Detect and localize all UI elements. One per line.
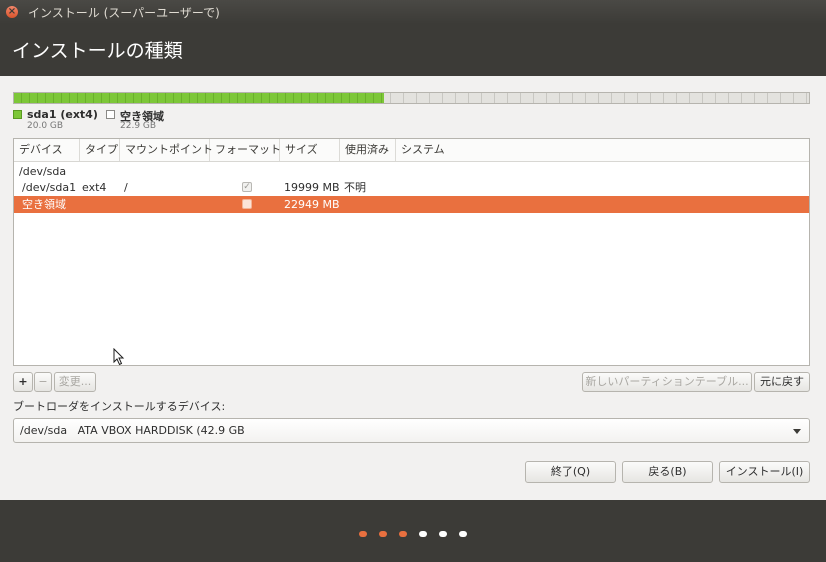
bootloader-device-select[interactable]: /dev/sda ATA VBOX HARDDISK (42.9 GB	[13, 418, 810, 443]
window-titlebar: × インストール (スーパーユーザーで)	[0, 0, 826, 24]
legend-swatch-sda1	[13, 110, 22, 119]
cell-size: 22949 MB	[284, 198, 340, 211]
progress-dot-done	[379, 531, 387, 537]
progress-dot-pending	[459, 531, 467, 537]
main-panel: sda1 (ext4) 20.0 GB 空き領域 22.9 GB デバイス タイ…	[0, 76, 826, 500]
partition-bar-sda1-segment	[14, 93, 385, 103]
column-header-used[interactable]: 使用済み	[340, 139, 396, 161]
column-header-system[interactable]: システム	[396, 139, 809, 161]
partition-table[interactable]: デバイス タイプ マウントポイント フォーマット サイズ 使用済み システム /…	[13, 138, 810, 366]
table-row[interactable]: /dev/sda	[14, 163, 809, 180]
remove-partition-button[interactable]: −	[34, 372, 52, 392]
progress-dot-done	[399, 531, 407, 537]
mouse-pointer-icon	[113, 348, 125, 366]
progress-dot-pending	[439, 531, 447, 537]
column-header-format[interactable]: フォーマット	[210, 139, 281, 161]
quit-button[interactable]: 終了(Q)	[525, 461, 616, 483]
progress-dot-pending	[419, 531, 427, 537]
column-header-mount-point[interactable]: マウントポイント	[120, 139, 213, 161]
footer	[0, 500, 826, 562]
cell-device: 空き領域	[22, 198, 66, 211]
table-row-selected[interactable]: 空き領域 22949 MB	[14, 196, 809, 213]
window-title: インストール (スーパーユーザーで)	[28, 6, 220, 20]
column-header-device[interactable]: デバイス	[14, 139, 80, 161]
column-header-size[interactable]: サイズ	[280, 139, 340, 161]
bootloader-device: /dev/sda	[20, 424, 68, 437]
cell-type: ext4	[82, 181, 107, 194]
bootloader-description: ATA VBOX HARDDISK (42.9 GB	[77, 424, 245, 437]
page-header: インストールの種類	[0, 24, 826, 76]
change-partition-button[interactable]: 変更...	[54, 372, 96, 392]
legend-size: 20.0 GB	[27, 121, 64, 131]
legend-size: 22.9 GB	[120, 121, 157, 131]
bootloader-label: ブートローダをインストールするデバイス:	[13, 400, 226, 413]
cell-used: 不明	[344, 181, 366, 194]
legend-swatch-free-space	[106, 110, 115, 119]
progress-dot-done	[359, 531, 367, 537]
cell-size: 19999 MB	[284, 181, 340, 194]
column-header-type[interactable]: タイプ	[80, 139, 120, 161]
format-checkbox[interactable]	[242, 199, 252, 209]
partition-bar	[13, 92, 810, 104]
revert-button[interactable]: 元に戻す	[754, 372, 810, 392]
cell-device: /dev/sda	[19, 165, 67, 178]
back-button[interactable]: 戻る(B)	[622, 461, 713, 483]
table-row[interactable]: /dev/sda1 ext4 / ✓ 19999 MB 不明	[14, 179, 809, 196]
format-checkbox[interactable]: ✓	[242, 182, 252, 192]
cell-mount-point: /	[124, 181, 128, 194]
chevron-down-icon	[793, 429, 801, 434]
install-button[interactable]: インストール(I)	[719, 461, 810, 483]
add-partition-button[interactable]: +	[13, 372, 33, 392]
close-icon[interactable]: ×	[6, 6, 18, 18]
new-partition-table-button[interactable]: 新しいパーティションテーブル...	[582, 372, 752, 392]
legend-name: sda1 (ext4)	[27, 108, 98, 121]
bootloader-selected-value: /dev/sda ATA VBOX HARDDISK (42.9 GB	[20, 419, 245, 442]
cell-device: /dev/sda1	[22, 181, 77, 194]
table-header: デバイス タイプ マウントポイント フォーマット サイズ 使用済み システム	[14, 139, 809, 162]
page-title: インストールの種類	[12, 40, 183, 62]
